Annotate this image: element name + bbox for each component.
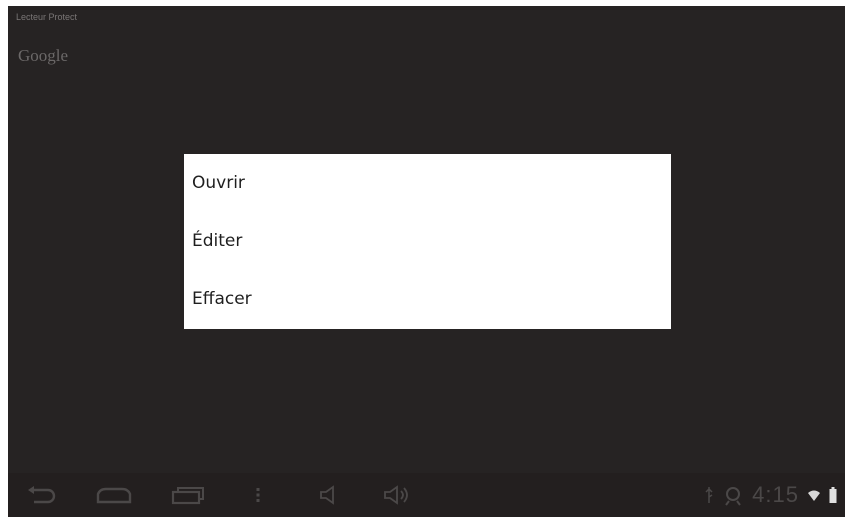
overflow-menu-button[interactable] <box>248 481 268 509</box>
battery-icon <box>829 487 837 503</box>
status-area[interactable]: 4:15 <box>704 480 837 510</box>
menu-item-delete[interactable]: Effacer <box>184 270 671 328</box>
google-widget-title[interactable]: Google <box>18 46 68 66</box>
recent-apps-icon <box>171 487 204 505</box>
back-button[interactable] <box>24 481 60 509</box>
context-menu: Ouvrir Éditer Effacer <box>184 154 671 329</box>
system-navigation-bar: 4:15 <box>8 473 845 517</box>
clock: 4:15 <box>752 482 799 507</box>
menu-dots-icon <box>256 488 260 502</box>
volume-down-icon <box>320 485 334 505</box>
tablet-screen: Lecteur Protect Google Ouvrir Éditer Eff… <box>8 6 845 517</box>
android-debug-icon <box>725 487 741 506</box>
menu-item-open[interactable]: Ouvrir <box>184 154 671 212</box>
usb-icon <box>705 487 713 503</box>
home-button[interactable] <box>94 481 134 509</box>
menu-item-edit[interactable]: Éditer <box>184 212 671 270</box>
volume-up-button[interactable] <box>380 481 414 509</box>
volume-up-icon <box>384 485 408 505</box>
recent-apps-button[interactable] <box>168 481 208 509</box>
volume-down-button[interactable] <box>314 481 344 509</box>
home-icon <box>96 487 132 504</box>
top-label: Lecteur Protect <box>16 12 78 22</box>
back-icon <box>28 486 56 504</box>
wifi-icon <box>808 490 820 501</box>
